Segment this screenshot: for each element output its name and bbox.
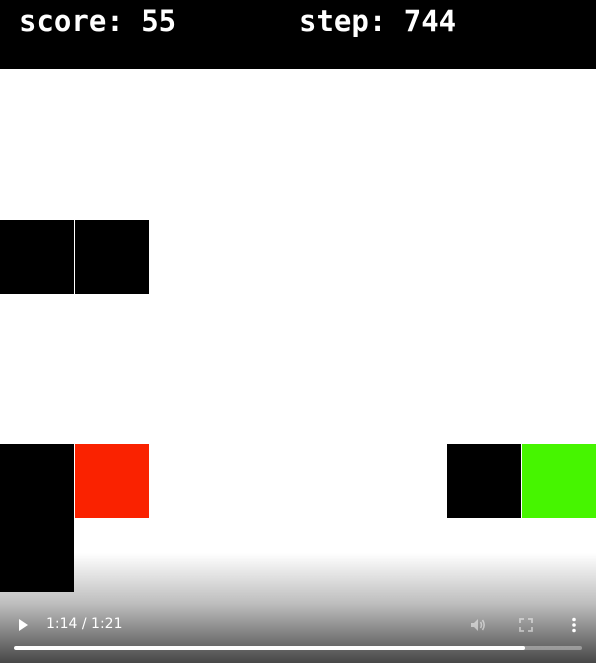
time-display: 1:14 / 1:21 (46, 616, 123, 632)
wall-tile (447, 444, 521, 518)
score-label: score: 55 (19, 4, 177, 38)
play-icon (19, 619, 28, 631)
wall-tile (0, 444, 74, 518)
progress-fill (14, 646, 526, 650)
goal-tile (522, 444, 596, 518)
wall-tile (75, 220, 149, 294)
game-screen: score: 55 step: 744 1:14 / 1:21 (0, 0, 596, 663)
video-controls: 1:14 / 1:21 (0, 603, 596, 663)
fullscreen-icon (519, 618, 533, 632)
wall-tile (0, 220, 74, 294)
hud-bar: score: 55 step: 744 (0, 0, 596, 69)
more-vertical-icon (572, 617, 576, 633)
wall-tile (0, 518, 74, 592)
mute-button[interactable] (466, 613, 490, 637)
more-options-button[interactable] (562, 613, 586, 637)
game-board (0, 69, 596, 663)
step-label: step: 744 (299, 4, 457, 38)
fullscreen-button[interactable] (514, 613, 538, 637)
play-button[interactable] (11, 613, 35, 637)
player-tile (75, 444, 149, 518)
progress-bar[interactable] (14, 646, 582, 650)
volume-icon (471, 619, 485, 631)
